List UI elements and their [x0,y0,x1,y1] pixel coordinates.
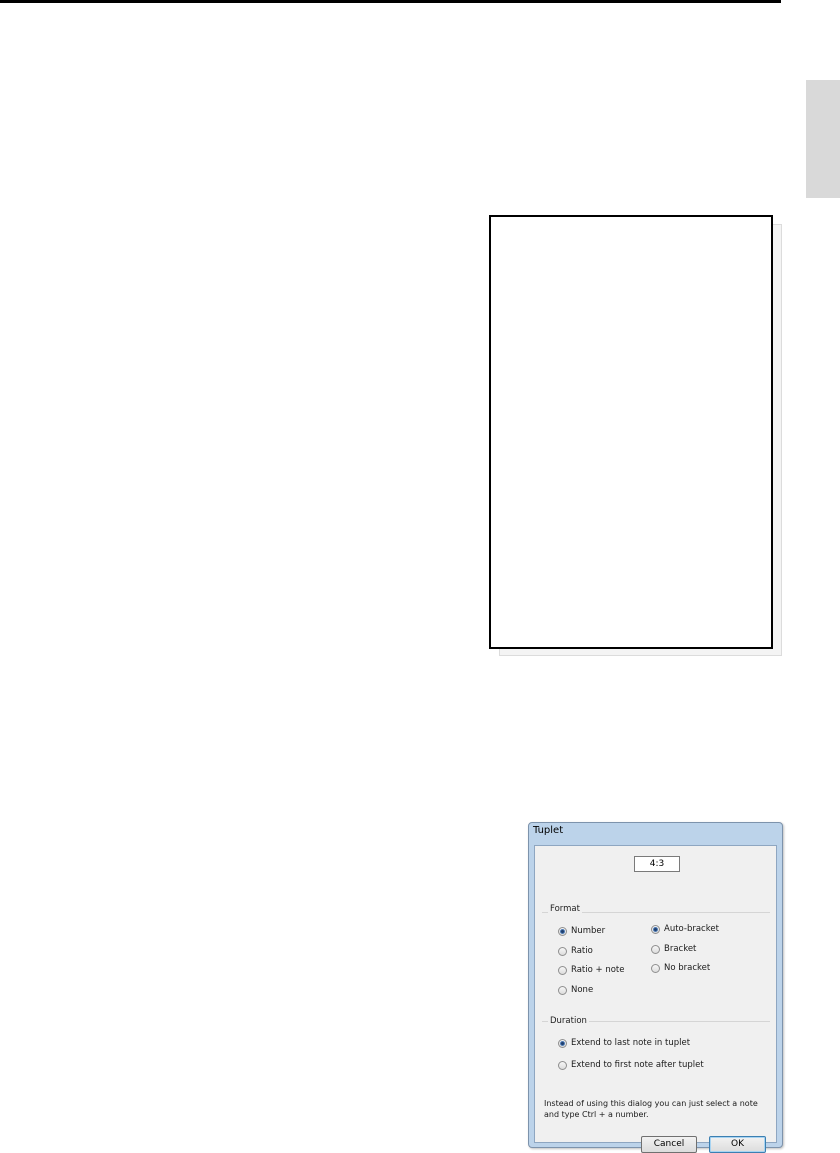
radio-label: None [571,985,594,995]
radio-button-icon [558,1038,567,1048]
radio-label: Ratio [571,946,593,956]
format-radio-ratio-note[interactable]: Ratio + note [558,965,625,975]
radio-label: Bracket [664,944,697,954]
radio-button-icon [651,944,660,954]
radio-button-icon [558,946,567,956]
format-radio-none[interactable]: None [558,985,593,995]
format-radio-number[interactable]: Number [558,926,605,936]
bracket-radio-bracket[interactable]: Bracket [651,944,696,954]
format-group-label: Format [548,904,582,914]
dialog-client-area: 4:3 Format Number Ratio Ratio + note Non… [534,845,777,1153]
dialog-hint-text: Instead of using this dialog you can jus… [544,1099,758,1119]
cancel-button[interactable]: Cancel [641,1136,697,1153]
radio-button-icon [651,963,660,973]
radio-label: Ratio + note [571,965,625,975]
ok-button[interactable]: OK [709,1136,766,1153]
tuplet-dialog: Tuplet 4:3 Format Number Ratio Ratio + n… [528,822,783,1153]
page-top-rule [0,0,781,3]
duration-group-label: Duration [548,1016,589,1026]
radio-label: Extend to last note in tuplet [571,1038,691,1048]
duration-radio-extend-first[interactable]: Extend to first note after tuplet [558,1060,704,1070]
radio-button-icon [558,1060,567,1070]
dialog-title: Tuplet [533,825,564,836]
empty-figure-box [489,215,773,649]
bracket-radio-auto[interactable]: Auto-bracket [651,924,719,934]
radio-button-icon [558,985,567,995]
radio-label: Number [571,926,606,936]
radio-button-icon [558,965,567,975]
radio-button-icon [651,924,660,934]
duration-radio-extend-last[interactable]: Extend to last note in tuplet [558,1038,690,1048]
radio-label: No bracket [664,963,711,973]
tuplet-ratio-input[interactable]: 4:3 [634,856,680,872]
radio-label: Extend to first note after tuplet [571,1060,704,1070]
radio-button-icon [558,926,567,936]
bracket-radio-none[interactable]: No bracket [651,963,710,973]
radio-label: Auto-bracket [664,924,719,934]
format-radio-ratio[interactable]: Ratio [558,946,593,956]
chapter-thumb-tab [806,80,840,198]
